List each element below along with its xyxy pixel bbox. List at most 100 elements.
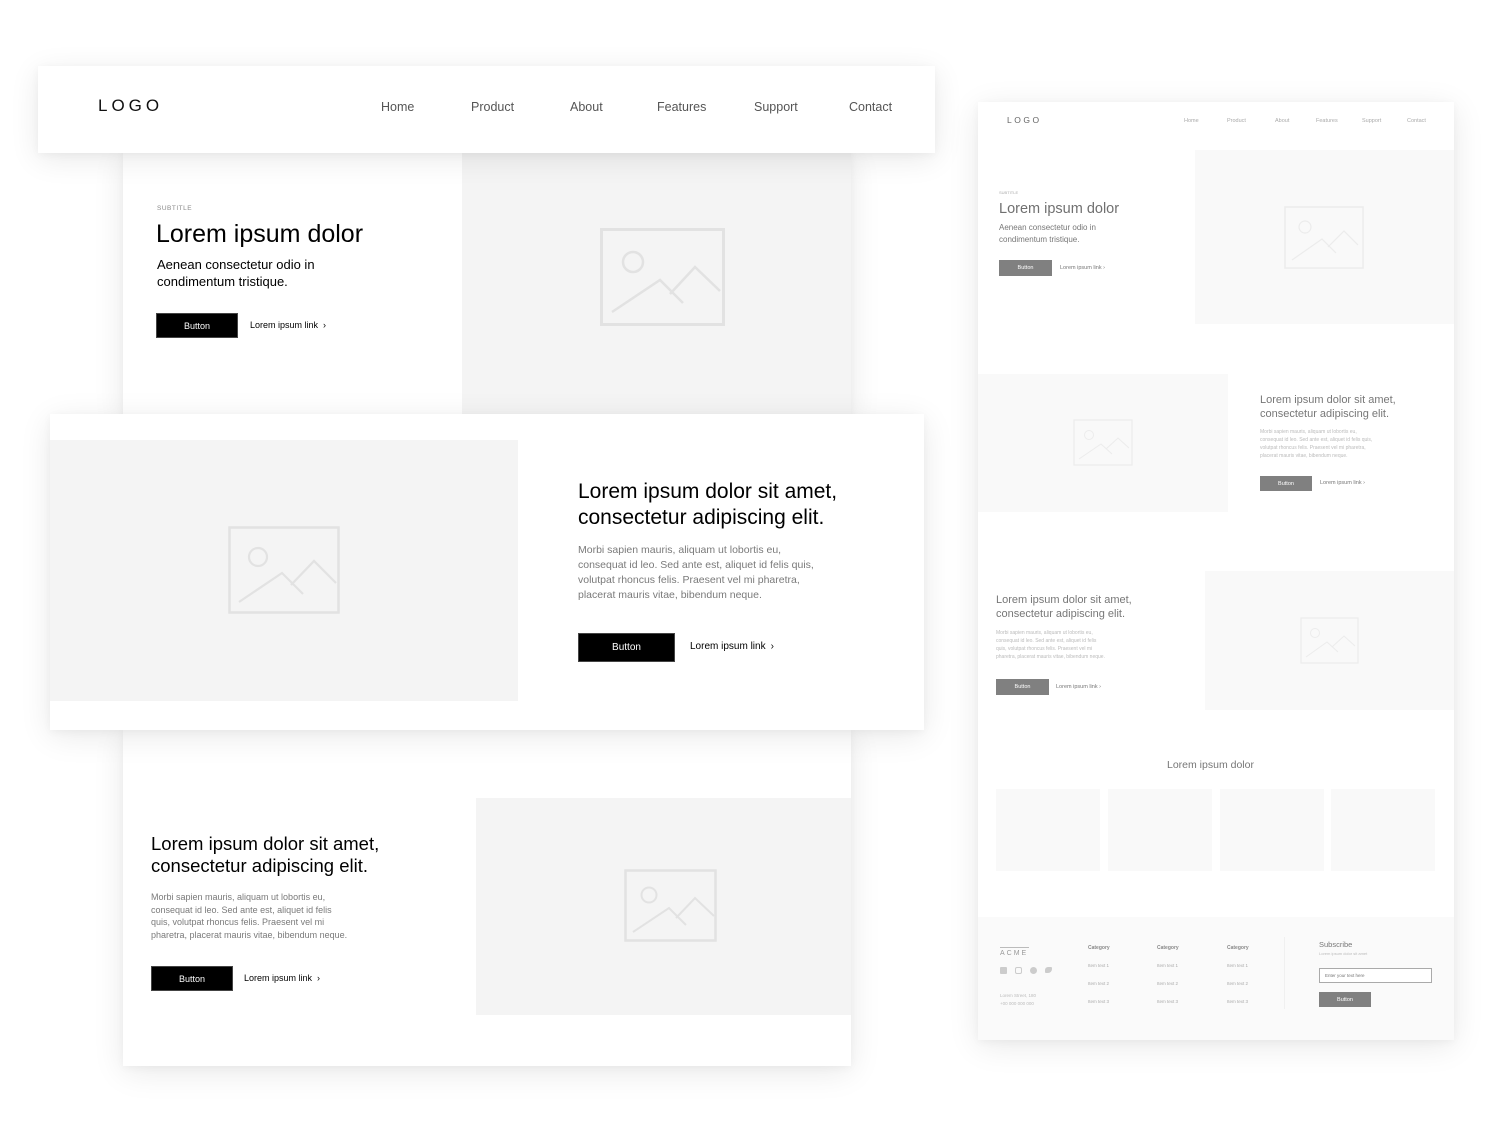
nav-support[interactable]: Support xyxy=(754,100,798,114)
mini-gallery-card[interactable] xyxy=(1108,789,1212,871)
mini-hero-lead-1: Aenean consectetur odio in xyxy=(999,223,1096,232)
feature2-link-label: Lorem ipsum link xyxy=(244,973,313,983)
image-icon xyxy=(1300,617,1359,664)
mini-feature1-body-line: volutpat rhoncus felis. Praesent vel mi … xyxy=(1260,445,1366,451)
hero-lead-1: Aenean consectetur odio in xyxy=(157,257,315,272)
feature1-link[interactable]: Lorem ipsum link › xyxy=(690,641,774,652)
mini-wireframe: LOGO Home Product About Features Support… xyxy=(978,102,1454,1040)
mini-hero-subtitle: SUBTITLE xyxy=(999,190,1019,195)
feature2-section: Lorem ipsum dolor sit amet, consectetur … xyxy=(123,728,851,1066)
mini-footer-brand-rule xyxy=(1000,947,1029,948)
mini-feature2-link[interactable]: Lorem ipsum link › xyxy=(1056,684,1101,690)
mini-nav-features[interactable]: Features xyxy=(1316,118,1338,124)
hero-link[interactable]: Lorem ipsum link › xyxy=(250,320,326,330)
feature2-body-line: consequat id leo. Sed ante est, aliquet … xyxy=(151,904,332,915)
nav-about[interactable]: About xyxy=(570,100,603,114)
mini-hero-image xyxy=(1195,150,1454,324)
mini-footer-col-item[interactable]: Item text 3 xyxy=(1088,999,1109,1004)
mini-footer-phone: +00 000 000 000 xyxy=(1000,1001,1034,1006)
mini-logo[interactable]: LOGO xyxy=(1007,115,1042,125)
feature1-body-line: consequat id leo. Sed ante est, aliquet … xyxy=(578,559,814,571)
feature2-body-line: Morbi sapien mauris, aliquam ut lobortis… xyxy=(151,892,326,902)
feature2-title-1: Lorem ipsum dolor sit amet, xyxy=(151,833,380,854)
feature1-button[interactable]: Button xyxy=(578,633,675,662)
feature2-body-line: quis, volutpat rhoncus felis. Praesent v… xyxy=(151,917,325,927)
chevron-right-icon: › xyxy=(317,973,321,983)
feature2-title-2: consectetur adipiscing elit. xyxy=(151,855,368,876)
feature1-body-line: Morbi sapien mauris, aliquam ut lobortis… xyxy=(578,544,782,556)
mini-footer-col-item[interactable]: Item text 2 xyxy=(1088,981,1109,986)
instagram-icon[interactable] xyxy=(1015,967,1022,974)
mini-feature1-title-2: consectetur adipiscing elit. xyxy=(1260,408,1390,420)
mini-gallery-card[interactable] xyxy=(1331,789,1435,871)
twitter-icon[interactable] xyxy=(1045,967,1052,973)
mini-footer-divider xyxy=(1284,937,1285,1009)
feature1-body-line: volutpat rhoncus felis. Praesent vel mi … xyxy=(578,574,800,586)
mini-feature1-title-1: Lorem ipsum dolor sit amet, xyxy=(1260,394,1396,406)
mini-subscribe-input[interactable] xyxy=(1319,968,1432,983)
mini-feature1-link[interactable]: Lorem ipsum link › xyxy=(1320,480,1365,486)
linkedin-icon[interactable] xyxy=(1000,967,1007,974)
mini-subscribe-button[interactable]: Button xyxy=(1319,992,1371,1007)
mini-feature1-button[interactable]: Button xyxy=(1260,476,1312,491)
nav-home[interactable]: Home xyxy=(381,100,414,114)
hero-button[interactable]: Button xyxy=(156,313,238,338)
site-header: LOGO Home Product About Features Support… xyxy=(38,66,935,153)
mini-nav-contact[interactable]: Contact xyxy=(1407,118,1426,124)
feature2-button[interactable]: Button xyxy=(151,966,233,991)
facebook-icon[interactable] xyxy=(1030,967,1037,974)
mini-feature2-body-line: pharetra, placerat mauris vitae, bibendu… xyxy=(996,654,1105,660)
mini-nav-support[interactable]: Support xyxy=(1362,118,1381,124)
mini-gallery-title: Lorem ipsum dolor xyxy=(1167,759,1254,771)
mini-social-icons xyxy=(1000,967,1052,974)
mini-nav-product[interactable]: Product xyxy=(1227,118,1246,124)
hero-subtitle: SUBTITLE xyxy=(157,205,193,212)
mini-footer-col-item[interactable]: Item text 1 xyxy=(1227,963,1248,968)
nav-contact[interactable]: Contact xyxy=(849,100,892,114)
feature2-body: Morbi sapien mauris, aliquam ut lobortis… xyxy=(151,891,347,941)
chevron-right-icon: › xyxy=(323,320,327,330)
mini-footer-col-item[interactable]: Item text 3 xyxy=(1227,999,1248,1004)
mini-footer-col-heading: Category xyxy=(1088,945,1110,951)
mini-footer-col-item[interactable]: Item text 2 xyxy=(1227,981,1248,986)
feature1-body: Morbi sapien mauris, aliquam ut lobortis… xyxy=(578,543,814,603)
mini-footer-col-heading: Category xyxy=(1227,945,1249,951)
mini-feature2-body-line: consequat id leo. Sed ante est, aliquet … xyxy=(996,638,1097,644)
feature1-body-line: placerat mauris vitae, bibendum neque. xyxy=(578,589,762,601)
mini-gallery-card[interactable] xyxy=(1220,789,1324,871)
feature1-section: Lorem ipsum dolor sit amet, consectetur … xyxy=(50,414,924,730)
nav-product[interactable]: Product xyxy=(471,100,514,114)
feature1-image-placeholder xyxy=(50,440,518,701)
mini-footer-col-item[interactable]: Item text 1 xyxy=(1088,963,1109,968)
mini-feature2-body: Morbi sapien mauris, aliquam ut lobortis… xyxy=(996,629,1105,661)
image-icon xyxy=(600,228,725,326)
image-icon xyxy=(228,526,340,614)
mini-feature2-body-line: quis, volutpat rhoncus felis. Praesent v… xyxy=(996,646,1093,652)
mini-footer-col-item[interactable]: Item text 1 xyxy=(1157,963,1178,968)
feature1-title-1: Lorem ipsum dolor sit amet, xyxy=(578,480,838,503)
hero-lead-2: condimentum tristique. xyxy=(157,274,288,289)
mini-feature1-body-line: Morbi sapien mauris, aliquam ut lobortis… xyxy=(1260,429,1357,435)
chevron-right-icon: › xyxy=(770,641,774,652)
mini-feature2-body-line: Morbi sapien mauris, aliquam ut lobortis… xyxy=(996,630,1093,636)
hero-section: SUBTITLE Lorem ipsum dolor Aenean consec… xyxy=(123,150,851,418)
mini-gallery-card[interactable] xyxy=(996,789,1100,871)
feature1-title-2: consectetur adipiscing elit. xyxy=(578,506,825,529)
mini-nav-about[interactable]: About xyxy=(1275,118,1289,124)
mini-hero-button[interactable]: Button xyxy=(999,260,1052,276)
mini-subscribe-subtitle: Lorem ipsum dolor sit amet xyxy=(1319,951,1368,956)
logo[interactable]: LOGO xyxy=(98,96,163,116)
mini-footer-col-item[interactable]: Item text 3 xyxy=(1157,999,1178,1004)
mini-hero-link[interactable]: Lorem ipsum link › xyxy=(1060,265,1105,271)
image-icon xyxy=(1284,206,1364,269)
mini-nav-home[interactable]: Home xyxy=(1184,118,1199,124)
mini-feature1-image xyxy=(978,374,1228,512)
feature2-body-line: pharetra, placerat mauris vitae, bibendu… xyxy=(151,929,348,940)
image-icon xyxy=(1073,419,1133,466)
feature2-link[interactable]: Lorem ipsum link › xyxy=(244,973,320,983)
mini-footer-col-item[interactable]: Item text 2 xyxy=(1157,981,1178,986)
hero-image-placeholder xyxy=(462,150,851,418)
nav-features[interactable]: Features xyxy=(657,100,706,114)
mini-feature2-button[interactable]: Button xyxy=(996,679,1049,695)
hero-link-label: Lorem ipsum link xyxy=(250,320,319,330)
